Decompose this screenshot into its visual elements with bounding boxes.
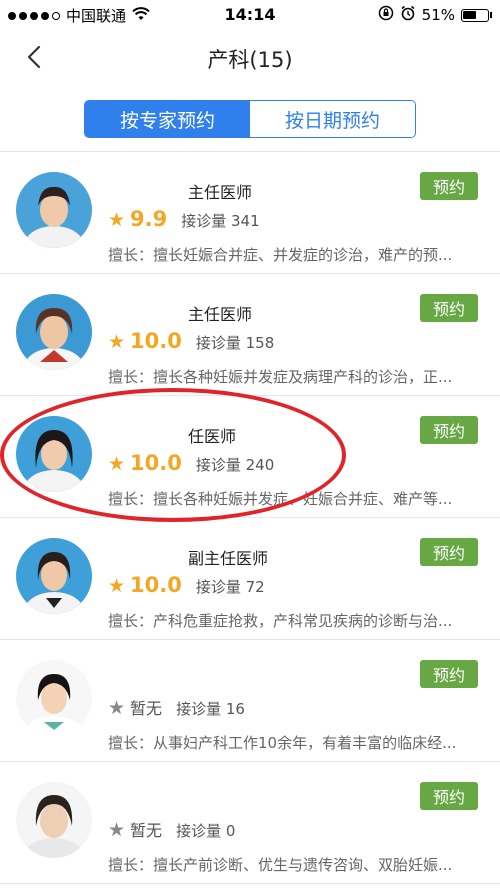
doctor-avatar — [16, 660, 92, 736]
doctor-specialty: 擅长：擅长各种妊娠并发症、妊娠合并症、难产等... — [108, 490, 453, 508]
consult-count: 接诊量 158 — [195, 334, 275, 352]
doctor-title: 副主任医师 — [188, 549, 269, 568]
alarm-icon — [400, 5, 416, 25]
doctor-card[interactable]: 任医师 预约 ★ 10.0 接诊量 240 擅长：擅长各种妊娠并发症、妊娠合并症… — [0, 396, 500, 518]
doctor-specialty: 擅长：擅长妊娠合并症、并发症的诊治，难产的预... — [108, 246, 453, 264]
page-title: 产科(15) — [207, 48, 293, 72]
consult-count: 接诊量 16 — [176, 700, 245, 718]
doctor-title: 任医师 — [188, 427, 237, 446]
battery-tip — [490, 12, 492, 18]
doctor-avatar — [16, 416, 92, 492]
book-button[interactable]: 预约 — [420, 416, 478, 444]
consult-count: 接诊量 240 — [195, 456, 275, 474]
rating-row: ★ 暂无 接诊量 16 — [108, 695, 245, 719]
doctor-avatar — [16, 294, 92, 370]
rating-row: ★ 9.9 接诊量 341 — [108, 207, 260, 231]
battery-icon — [461, 8, 489, 22]
star-icon: ★ — [108, 575, 126, 597]
doctor-list: 主任医师 预约 ★ 9.9 接诊量 341 擅长：擅长妊娠合并症、并发症的诊治，… — [0, 152, 500, 884]
star-icon: ★ — [108, 697, 126, 719]
doctor-specialty: 擅长：擅长产前诊断、优生与遗传咨询、双胎妊娠... — [108, 856, 453, 874]
rating-row: ★ 10.0 接诊量 72 — [108, 573, 265, 597]
book-button[interactable]: 预约 — [420, 660, 478, 688]
book-button[interactable]: 预约 — [420, 782, 478, 810]
doctor-title: 主任医师 — [188, 305, 253, 324]
book-button[interactable]: 预约 — [420, 538, 478, 566]
doctor-card[interactable]: 主任医师 预约 ★ 9.9 接诊量 341 擅长：擅长妊娠合并症、并发症的诊治，… — [0, 152, 500, 274]
status-bar: 中国联通 14:14 51% — [0, 0, 500, 30]
rating-row: ★ 10.0 接诊量 240 — [108, 451, 274, 475]
doctor-title: 主任医师 — [188, 183, 253, 202]
tab-by-expert[interactable]: 按专家预约 — [85, 101, 250, 137]
rating-row: ★ 10.0 接诊量 158 — [108, 329, 274, 353]
doctor-avatar — [16, 172, 92, 248]
consult-count: 接诊量 341 — [181, 212, 260, 230]
rating-score: 暂无 — [130, 699, 163, 718]
book-button[interactable]: 预约 — [420, 294, 478, 322]
star-icon: ★ — [108, 453, 126, 475]
doctor-card[interactable]: 预约 ★ 暂无 接诊量 0 擅长：擅长产前诊断、优生与遗传咨询、双胎妊娠... — [0, 762, 500, 884]
tab-by-date[interactable]: 按日期预约 — [250, 101, 415, 137]
rating-score: 10.0 — [130, 573, 182, 597]
doctor-specialty: 擅长：擅长各种妊娠并发症及病理产科的诊治，正... — [108, 368, 453, 386]
doctor-specialty: 擅长：产科危重症抢救，产科常见疾病的诊断与治... — [108, 612, 453, 630]
status-right: 51% — [378, 5, 492, 25]
consult-count: 接诊量 0 — [176, 822, 236, 840]
battery-percent: 51% — [421, 6, 455, 24]
doctor-card[interactable]: 预约 ★ 暂无 接诊量 16 擅长：从事妇产科工作10余年，有着丰富的临床经..… — [0, 640, 500, 762]
rating-score: 暂无 — [130, 821, 163, 840]
rating-score: 9.9 — [130, 207, 168, 231]
doctor-avatar — [16, 782, 92, 858]
booking-mode-tabs: 按专家预约 按日期预约 — [84, 100, 416, 138]
nav-bar: 产科(15) — [0, 30, 500, 86]
book-button[interactable]: 预约 — [420, 172, 478, 200]
doctor-avatar — [16, 538, 92, 614]
rating-row: ★ 暂无 接诊量 0 — [108, 817, 235, 841]
star-icon: ★ — [108, 331, 126, 353]
rating-score: 10.0 — [130, 451, 182, 475]
star-icon: ★ — [108, 819, 126, 841]
orientation-lock-icon — [378, 5, 394, 25]
rating-score: 10.0 — [130, 329, 182, 353]
doctor-card[interactable]: 副主任医师 预约 ★ 10.0 接诊量 72 擅长：产科危重症抢救，产科常见疾病… — [0, 518, 500, 640]
doctor-specialty: 擅长：从事妇产科工作10余年，有着丰富的临床经... — [108, 734, 457, 752]
star-icon: ★ — [108, 209, 126, 231]
doctor-card[interactable]: 主任医师 预约 ★ 10.0 接诊量 158 擅长：擅长各种妊娠并发症及病理产科… — [0, 274, 500, 396]
consult-count: 接诊量 72 — [195, 578, 265, 596]
